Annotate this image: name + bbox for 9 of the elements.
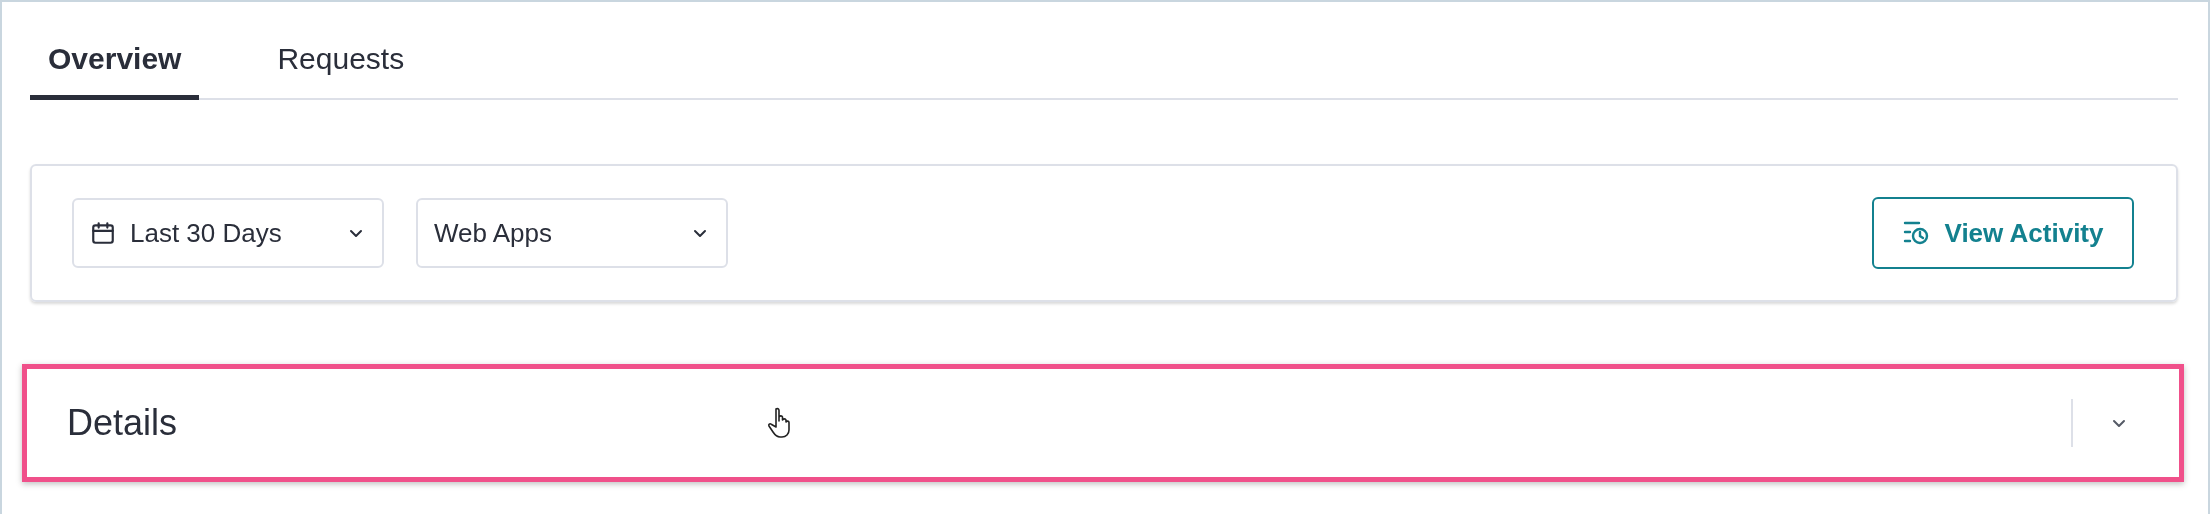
tab[interactable]: Overview xyxy=(30,36,200,100)
view-activity-button[interactable]: View Activity xyxy=(1872,197,2134,269)
calendar-icon xyxy=(90,220,116,246)
list-clock-icon xyxy=(1902,220,1931,246)
details-panel[interactable]: Details xyxy=(22,364,2184,482)
date-range-dropdown[interactable]: Last 30 Days xyxy=(72,198,384,268)
app-type-dropdown[interactable]: Web Apps xyxy=(416,198,728,268)
tab[interactable]: Requests xyxy=(259,36,423,100)
panel-title: Details xyxy=(67,401,178,445)
